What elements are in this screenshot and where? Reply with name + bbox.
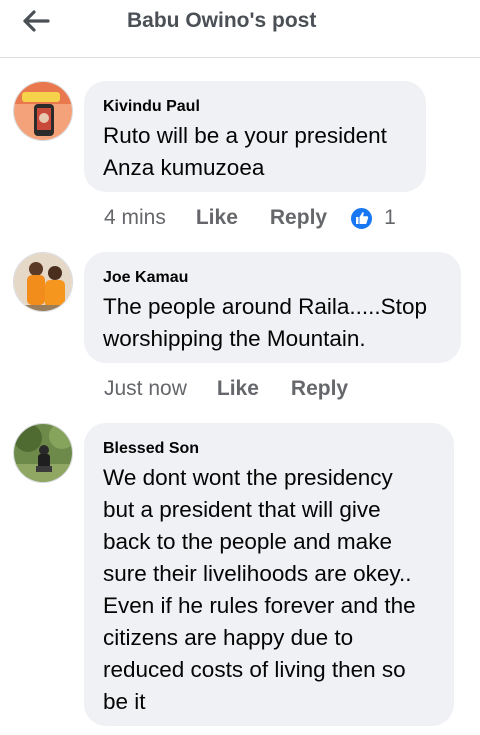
reaction-count[interactable]: 1 [384,206,396,230]
comment-author[interactable]: Joe Kamau [103,268,441,287]
thumbs-up-icon[interactable] [349,205,375,231]
comment-text: Ruto will be a your president Anza kumuz… [103,123,387,180]
reply-button[interactable]: Reply [291,377,348,401]
comment-actions: Just now Like Reply [104,374,380,404]
page-title: Babu Owino's post [127,9,317,32]
avatar-image [14,253,72,311]
avatar-image [14,82,72,140]
avatar[interactable] [13,423,73,483]
back-button[interactable] [16,4,56,38]
comment-bubble: Blessed Son We dont wont the presidency … [84,423,454,726]
comment-bubble: Joe Kamau The people around Raila.....St… [84,252,461,363]
comment-actions: 4 mins Like Reply 1 [104,203,396,233]
comment-timestamp[interactable]: 4 mins [104,206,166,230]
arrow-left-icon [23,10,50,32]
avatar[interactable] [13,81,73,141]
comment-timestamp[interactable]: Just now [104,377,187,401]
like-button[interactable]: Like [196,206,238,230]
reply-button[interactable]: Reply [270,206,327,230]
comment-author[interactable]: Blessed Son [103,439,434,458]
comment-text: The people around Raila.....Stop worship… [103,294,427,351]
comment-bubble: Kivindu Paul Ruto will be a your preside… [84,81,426,192]
avatar[interactable] [13,252,73,312]
avatar-image [14,424,72,482]
like-button[interactable]: Like [217,377,259,401]
post-header: Babu Owino's post [0,0,480,58]
comment-author[interactable]: Kivindu Paul [103,97,406,116]
comment-text: We dont wont the presidency but a presid… [103,465,416,714]
